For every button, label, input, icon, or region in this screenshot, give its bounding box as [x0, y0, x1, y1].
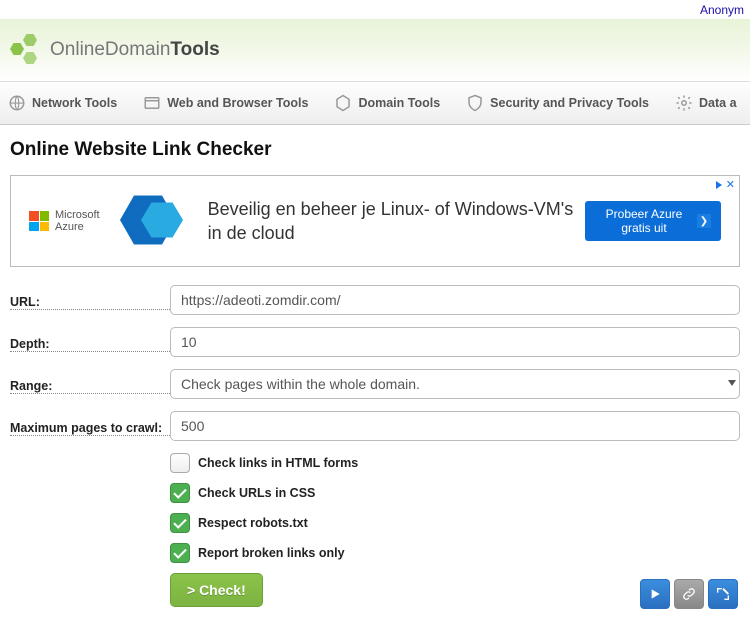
shield-icon — [466, 94, 484, 112]
url-input[interactable] — [170, 285, 740, 315]
nav-web-browser-tools[interactable]: Web and Browser Tools — [143, 94, 308, 112]
microsoft-logo-icon — [29, 211, 49, 231]
page-title: Online Website Link Checker — [10, 139, 740, 161]
checkbox-html-forms-label: Check links in HTML forms — [198, 456, 358, 470]
share-button[interactable] — [708, 579, 738, 609]
checkbox-robots-label: Respect robots.txt — [198, 516, 308, 530]
checkbox-broken-only-label: Report broken links only — [198, 546, 345, 560]
nav-network-tools[interactable]: Network Tools — [8, 94, 117, 112]
range-select[interactable]: Check pages within the whole domain. — [170, 369, 740, 399]
checkbox-css-urls-label: Check URLs in CSS — [198, 486, 315, 500]
ad-cta-button[interactable]: Probeer Azure gratis uit ❯ — [585, 201, 721, 241]
max-pages-input[interactable] — [170, 411, 740, 441]
close-icon[interactable]: ✕ — [726, 178, 735, 191]
depth-label: Depth: — [10, 332, 170, 352]
ad-close-controls[interactable]: ✕ — [716, 178, 735, 191]
chevron-right-icon: ❯ — [697, 214, 711, 228]
ad-graphic-icon — [120, 185, 190, 258]
ad-copy: Beveilig en beheer je Linux- of Windows-… — [208, 197, 585, 246]
range-label: Range: — [10, 374, 170, 394]
logo-text: OnlineDomainTools — [50, 39, 220, 61]
checkbox-html-forms[interactable] — [170, 453, 190, 473]
globe-icon — [8, 94, 26, 112]
checkbox-robots[interactable] — [170, 513, 190, 533]
adchoices-icon[interactable] — [716, 181, 722, 189]
ad-banner[interactable]: ✕ Microsoft Azure Beveilig en beheer je … — [10, 175, 740, 267]
depth-input[interactable] — [170, 327, 740, 357]
logo-icon — [10, 34, 42, 66]
checkbox-css-urls[interactable] — [170, 483, 190, 503]
ad-brand: Microsoft Azure — [29, 209, 100, 233]
anon-link[interactable]: Anonym — [700, 3, 744, 17]
check-button[interactable]: > Check! — [170, 573, 263, 607]
header: OnlineDomainTools — [0, 19, 750, 81]
hexagon-icon — [334, 94, 352, 112]
link-button[interactable] — [674, 579, 704, 609]
max-pages-label: Maximum pages to crawl: — [10, 416, 170, 436]
url-label: URL: — [10, 290, 170, 310]
browser-icon — [143, 94, 161, 112]
nav-security-tools[interactable]: Security and Privacy Tools — [466, 94, 649, 112]
checkbox-broken-only[interactable] — [170, 543, 190, 563]
nav-domain-tools[interactable]: Domain Tools — [334, 94, 440, 112]
nav-bar: Network Tools Web and Browser Tools Doma… — [0, 81, 750, 125]
play-button[interactable] — [640, 579, 670, 609]
gear-icon — [675, 94, 693, 112]
nav-data-tools[interactable]: Data a — [675, 94, 737, 112]
